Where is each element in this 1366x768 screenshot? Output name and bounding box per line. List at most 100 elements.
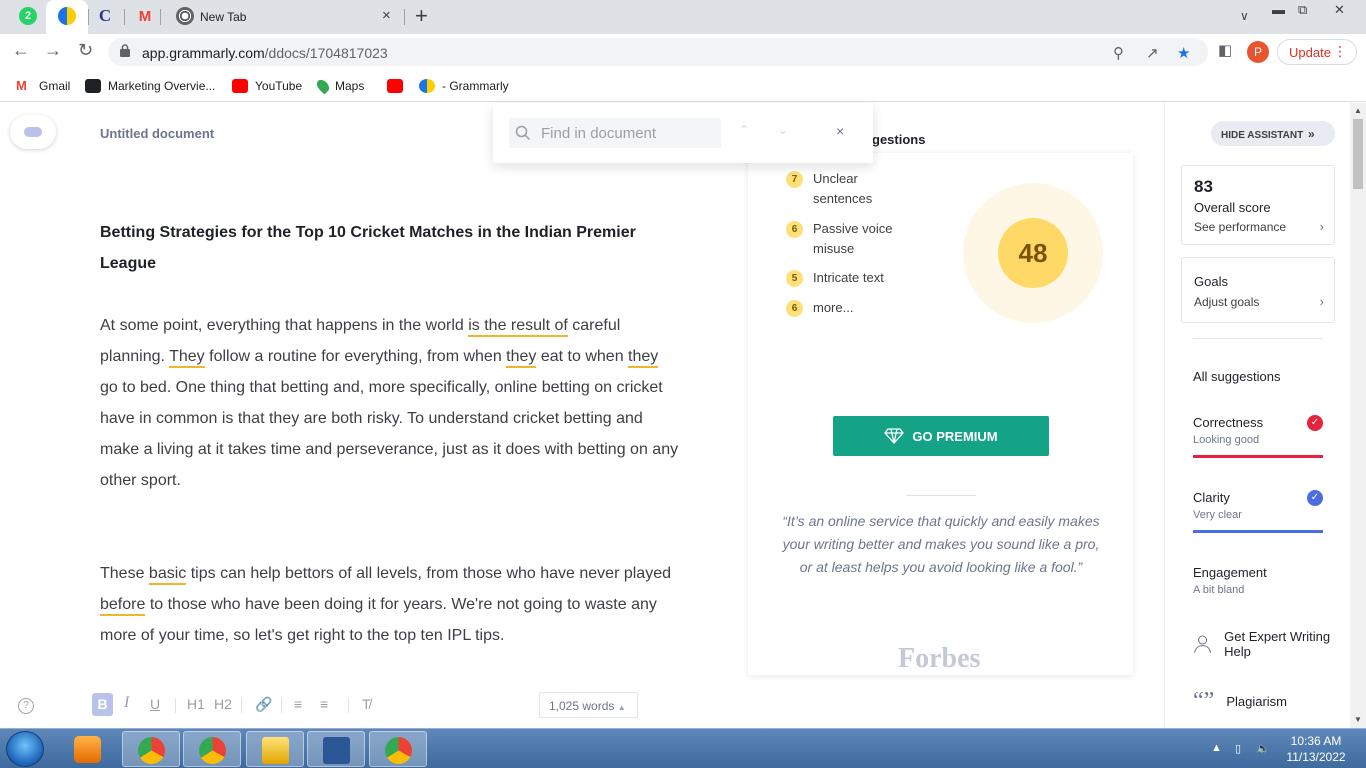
bookmark-youtube[interactable]: YouTube [232, 77, 302, 95]
forward-icon[interactable]: → [44, 40, 62, 61]
page-scrollbar[interactable]: ▲ ▼ [1350, 103, 1366, 728]
suggestion-underline[interactable]: they [506, 348, 537, 368]
category-engagement[interactable]: Engagement A bit bland [1193, 565, 1323, 596]
back-icon[interactable]: ← [12, 40, 30, 61]
see-performance-link[interactable]: See performance [1194, 220, 1286, 234]
category-clarity[interactable]: Clarity Very clear ✓ [1193, 490, 1323, 534]
word-count-button[interactable]: 1,025 words ▲ [539, 692, 638, 718]
tab-new-tab[interactable]: New Tab × [160, 0, 404, 34]
link-icon[interactable]: 🔗 [255, 696, 272, 713]
suggestion-underline[interactable]: They [169, 348, 205, 368]
bookmark-grammarly[interactable]: - Grammarly [419, 77, 509, 95]
scroll-down-icon[interactable]: ▼ [1354, 715, 1362, 724]
forbes-logo: Forbes [898, 643, 981, 674]
toolbar-divider [175, 698, 176, 713]
suggestion-underline[interactable]: basic [148, 565, 187, 585]
bold-button[interactable]: B [92, 693, 113, 716]
bookmark-maps[interactable]: Maps [314, 77, 364, 95]
scroll-up-icon[interactable]: ▲ [1354, 106, 1362, 115]
bookmark-label: Marketing Overvie... [108, 79, 216, 93]
tab-grammarly[interactable] [46, 0, 88, 34]
bookmark-marketing[interactable]: Marketing Overvie... [85, 77, 215, 95]
close-window-icon[interactable]: ✕ [1334, 2, 1345, 18]
start-button[interactable] [6, 731, 44, 767]
paragraph-1: At some point, everything that happens i… [100, 310, 680, 496]
plagiarism-item[interactable]: “” Plagiarism [1193, 688, 1287, 714]
update-button[interactable]: Update ⋮ [1277, 39, 1357, 65]
scroll-thumb[interactable] [1353, 119, 1363, 189]
taskbar-chrome-1[interactable] [122, 731, 180, 767]
side-panel-icon[interactable]: ◧ [1218, 41, 1232, 59]
find-field[interactable] [509, 118, 721, 148]
restore-icon[interactable]: ⧉ [1298, 2, 1307, 18]
battery-icon[interactable]: ▯ [1235, 742, 1241, 755]
search-icon [515, 125, 531, 141]
taskbar-word[interactable] [307, 731, 365, 767]
bookmark-star-icon[interactable]: ★ [1177, 44, 1190, 62]
tab-search-icon[interactable]: ∨ [1240, 9, 1249, 23]
underline-button[interactable]: U [150, 696, 160, 712]
heading2-button[interactable]: H2 [214, 696, 232, 712]
bullet-list-icon[interactable]: ≡ [320, 696, 328, 712]
reload-icon[interactable]: ↻ [78, 40, 93, 61]
taskbar-chrome-3[interactable] [369, 731, 427, 767]
all-suggestions-item[interactable]: All suggestions [1193, 369, 1323, 384]
category-name: Correctness [1193, 415, 1264, 430]
text-run: At some point, everything that happens i… [100, 317, 469, 334]
volume-icon[interactable]: 🔈 [1256, 742, 1270, 755]
hide-assistant-button[interactable]: HIDE ASSISTANT » [1211, 121, 1335, 146]
close-tab-icon[interactable]: × [382, 7, 391, 24]
numbered-list-icon[interactable]: ≡ [294, 696, 302, 712]
zoom-icon[interactable]: ⚲ [1113, 44, 1124, 62]
address-bar[interactable]: app.grammarly.com/ddocs/1704817023 ⚲ ↗ ★ [108, 38, 1208, 66]
clear-format-icon[interactable]: T̸ [362, 696, 371, 712]
find-previous-icon[interactable]: ⌃ [739, 123, 749, 137]
minimize-icon[interactable]: ▬ [1272, 2, 1285, 17]
suggestion-underline[interactable]: they [628, 348, 659, 368]
share-icon[interactable]: ↗ [1146, 44, 1159, 62]
quote-marks-icon: “” [1193, 688, 1215, 714]
taskbar-explorer[interactable] [246, 731, 304, 767]
profile-avatar[interactable]: P [1247, 41, 1269, 63]
metric-passive[interactable]: 6 Passive voice misuse [786, 219, 916, 259]
gmail-icon[interactable]: M [136, 7, 154, 25]
find-input[interactable] [541, 122, 717, 144]
suggestion-underline[interactable]: before [100, 596, 146, 616]
bookmark-youtube-2[interactable] [387, 77, 403, 95]
metric-label: Passive voice misuse [813, 221, 893, 256]
text-run: go to bed. One thing that betting and, m… [100, 379, 679, 489]
metric-intricate[interactable]: 5 Intricate text [786, 268, 946, 288]
text-run: follow a routine for everything, from wh… [204, 348, 507, 365]
suggestion-underline[interactable]: is the result of [468, 317, 568, 337]
overall-score-card[interactable]: 83 Overall score See performance › [1181, 165, 1335, 245]
document-body[interactable]: Betting Strategies for the Top 10 Cricke… [100, 217, 680, 682]
system-clock[interactable]: 10:36 AM 11/13/2022 [1283, 733, 1349, 765]
taskbar-chrome-2[interactable] [183, 731, 241, 767]
adjust-goals-link[interactable]: Adjust goals [1194, 295, 1259, 309]
expert-help-item[interactable]: Get Expert Writing Help [1193, 629, 1333, 659]
close-find-icon[interactable]: × [836, 123, 844, 139]
metric-more[interactable]: 6 more... [786, 298, 946, 318]
goals-card[interactable]: Goals Adjust goals › [1181, 257, 1335, 323]
c-letter-icon[interactable]: C [96, 6, 114, 25]
go-premium-button[interactable]: GO PREMIUM [833, 416, 1049, 456]
whatsapp-icon[interactable]: 2 [19, 7, 37, 25]
chrome-icon [199, 737, 226, 764]
show-hidden-icons[interactable]: ▲ [1211, 742, 1222, 754]
document-title[interactable]: Untitled document [100, 126, 214, 141]
browser-tabstrip: 2 C M New Tab × + ∨ ▬ ⧉ ✕ [0, 0, 1366, 34]
metric-unclear[interactable]: 7 Unclear sentences [786, 169, 906, 209]
taskbar-media-player[interactable] [60, 731, 110, 767]
chrome-icon [138, 737, 165, 764]
italic-button[interactable]: I [124, 694, 129, 712]
bookmark-gmail[interactable]: M Gmail [16, 77, 70, 95]
main-menu-button[interactable] [10, 115, 56, 149]
category-correctness[interactable]: Correctness Looking good ✓ [1193, 415, 1323, 459]
new-tab-button[interactable]: + [415, 3, 428, 29]
metric-label: Intricate text [813, 270, 884, 285]
help-icon[interactable]: ? [18, 698, 34, 714]
heading1-button[interactable]: H1 [187, 696, 205, 712]
text-run: to those who have been doing it for year… [100, 596, 657, 644]
find-next-icon[interactable]: ⌄ [778, 123, 788, 137]
check-circle-icon: ✓ [1307, 415, 1323, 431]
